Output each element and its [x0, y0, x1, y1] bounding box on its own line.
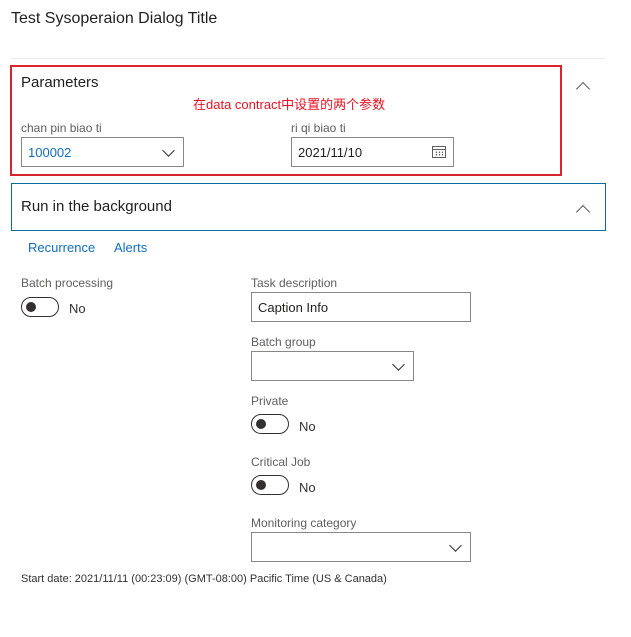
collapse-parameters-button[interactable] — [575, 80, 591, 97]
private-toggle[interactable] — [251, 414, 289, 434]
task-description-input[interactable]: Caption Info — [251, 292, 471, 322]
calendar-icon[interactable] — [432, 146, 446, 158]
tab-alerts[interactable]: Alerts — [114, 240, 147, 255]
private-state: No — [299, 419, 316, 434]
monitoring-category-label: Monitoring category — [251, 516, 357, 530]
date-input[interactable]: 2021/11/10 — [291, 137, 454, 167]
monitoring-category-dropdown[interactable] — [251, 532, 471, 562]
dialog-title: Test Sysoperaion Dialog Title — [11, 10, 218, 27]
task-description-label: Task description — [251, 276, 338, 290]
start-date-text: Start date: 2021/11/11 (00:23:09) (GMT-0… — [21, 573, 387, 585]
batch-group-label: Batch group — [251, 335, 316, 349]
date-input-value: 2021/11/10 — [298, 145, 363, 160]
critical-job-label: Critical Job — [251, 455, 311, 469]
critical-job-toggle[interactable] — [251, 475, 289, 495]
private-label: Private — [251, 394, 289, 408]
product-field-label: chan pin biao ti — [21, 121, 102, 135]
batch-processing-state: No — [69, 301, 86, 316]
run-in-background-heading[interactable]: Run in the background — [21, 198, 172, 215]
batch-processing-label: Batch processing — [21, 276, 114, 290]
collapse-background-button[interactable] — [575, 203, 591, 220]
annotation-text: 在data contract中设置的两个参数 — [193, 97, 386, 112]
tab-recurrence[interactable]: Recurrence — [28, 240, 95, 255]
toggle-knob — [256, 419, 266, 429]
product-dropdown[interactable]: 100002 — [21, 137, 184, 167]
batch-group-dropdown[interactable] — [251, 351, 414, 381]
chevron-down-icon — [162, 144, 175, 157]
batch-processing-toggle[interactable] — [21, 297, 59, 317]
parameters-heading[interactable]: Parameters — [21, 74, 99, 91]
toggle-knob — [256, 480, 266, 490]
toggle-knob — [26, 302, 36, 312]
chevron-down-icon — [392, 358, 405, 371]
task-description-value: Caption Info — [258, 300, 329, 315]
date-field-label: ri qi biao ti — [291, 121, 346, 135]
chevron-down-icon — [449, 539, 462, 552]
critical-job-state: No — [299, 480, 316, 495]
product-dropdown-value: 100002 — [28, 145, 72, 160]
